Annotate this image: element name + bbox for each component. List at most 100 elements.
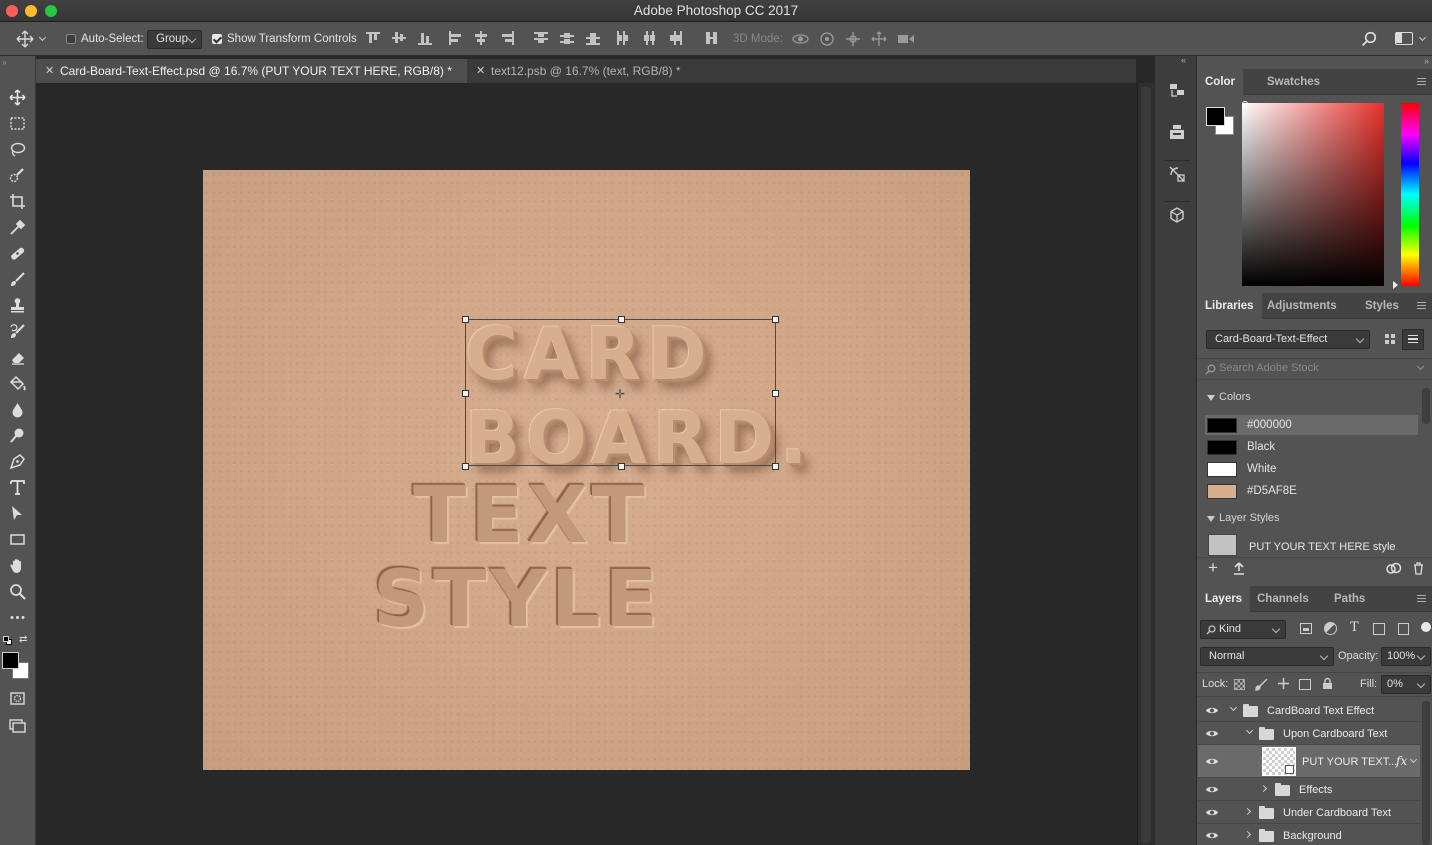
collapse-panels-icon[interactable]: » <box>1424 56 1429 66</box>
tab-adjustments[interactable]: Adjustments <box>1259 293 1345 319</box>
hue-slider[interactable] <box>1401 103 1419 286</box>
minimize-window-button[interactable] <box>25 5 37 17</box>
color-swatch-row[interactable]: White <box>1205 459 1418 479</box>
workspace-dropdown-chevron-icon[interactable] <box>1418 33 1427 42</box>
collapse-group-icon[interactable] <box>1229 703 1238 712</box>
expand-group-icon[interactable] <box>1259 784 1268 793</box>
transform-handle-left[interactable] <box>462 390 469 397</box>
blur-tool[interactable] <box>6 399 28 419</box>
layers-panel-menu-icon[interactable] <box>1417 595 1426 602</box>
layer-styles-expand-icon[interactable] <box>1207 516 1215 522</box>
type-tool[interactable] <box>6 477 28 497</box>
libraries-panel-menu-icon[interactable] <box>1417 302 1426 309</box>
properties-panel-button[interactable] <box>1164 119 1190 145</box>
marquee-tool[interactable] <box>6 113 28 133</box>
add-content-icon[interactable]: + <box>1208 558 1218 578</box>
eraser-tool[interactable] <box>6 347 28 367</box>
orbit-3d-icon[interactable] <box>792 32 809 46</box>
tab-layers[interactable]: Layers <box>1197 586 1251 612</box>
auto-select-toggle[interactable]: Auto-Select: <box>66 22 144 56</box>
tab-libraries[interactable]: Libraries <box>1197 293 1262 319</box>
collapse-strip-icon[interactable]: « <box>1181 55 1186 65</box>
distribute-bottom-icon[interactable] <box>586 31 600 45</box>
brush-tool[interactable] <box>6 269 28 289</box>
auto-align-layers-icon[interactable] <box>705 31 719 45</box>
distribute-top-icon[interactable] <box>534 31 548 45</box>
gradient-tool[interactable] <box>6 373 28 393</box>
visibility-eye-icon[interactable] <box>1205 808 1219 817</box>
tab-channels[interactable]: Channels <box>1249 586 1317 612</box>
visibility-eye-icon[interactable] <box>1205 785 1219 794</box>
distribute-right-icon[interactable] <box>668 31 682 45</box>
color-swatch-row[interactable]: #000000 <box>1205 415 1418 435</box>
align-left-edges-icon[interactable] <box>448 31 462 45</box>
close-window-button[interactable] <box>6 5 18 17</box>
grid-view-icon[interactable] <box>1384 333 1396 345</box>
hand-tool[interactable] <box>6 555 28 575</box>
canvas-vertical-scrollbar[interactable] <box>1137 83 1154 845</box>
visibility-eye-icon[interactable] <box>1205 831 1219 840</box>
close-tab-icon[interactable]: ✕ <box>476 59 485 83</box>
rectangle-tool[interactable] <box>6 529 28 549</box>
lock-position-icon[interactable] <box>1277 677 1290 690</box>
lasso-tool[interactable] <box>6 139 28 159</box>
layer-row-background[interactable]: Background <box>1198 824 1420 845</box>
align-bottom-edges-icon[interactable] <box>418 31 432 45</box>
layer-style-item[interactable]: PUT YOUR TEXT HERE style <box>1249 541 1396 553</box>
tab-text12-document[interactable]: ✕ text12.psb @ 16.7% (text, RGB/8) * <box>467 59 697 83</box>
expand-group-icon[interactable] <box>1243 830 1252 839</box>
3d-panel-button[interactable] <box>1164 201 1190 227</box>
tab-styles[interactable]: Styles <box>1357 293 1407 319</box>
slide-3d-icon[interactable] <box>871 31 887 47</box>
move-tool[interactable] <box>6 87 28 107</box>
fill-input[interactable]: 0% <box>1381 675 1431 694</box>
eyedropper-tool[interactable] <box>6 217 28 237</box>
tab-paths[interactable]: Paths <box>1326 586 1373 612</box>
color-panel-menu-icon[interactable] <box>1417 78 1426 85</box>
history-panel-button[interactable] <box>1164 78 1190 104</box>
crop-tool[interactable] <box>6 191 28 211</box>
opacity-input[interactable]: 100% <box>1381 647 1431 666</box>
align-vertical-centers-icon[interactable] <box>392 31 406 45</box>
collapse-tools-icon[interactable]: » <box>2 58 6 67</box>
foreground-color-swatch[interactable] <box>2 652 19 669</box>
visibility-eye-icon[interactable] <box>1205 757 1219 766</box>
blend-mode-dropdown[interactable]: Normal <box>1200 647 1334 666</box>
zoom-window-button[interactable] <box>45 5 57 17</box>
filter-smart-object-icon[interactable] <box>1398 623 1409 635</box>
visibility-eye-icon[interactable] <box>1205 706 1219 715</box>
expand-group-icon[interactable] <box>1243 807 1252 816</box>
layer-effects-fx-icon[interactable]: fx <box>1396 754 1407 768</box>
transform-handle-top[interactable] <box>618 316 625 323</box>
roll-3d-icon[interactable] <box>819 31 835 47</box>
colors-expand-icon[interactable] <box>1207 395 1215 401</box>
lock-artboard-icon[interactable] <box>1299 679 1311 690</box>
collapse-group-icon[interactable] <box>1245 726 1254 735</box>
filter-type-icon[interactable]: T <box>1350 620 1359 635</box>
color-swatch-row[interactable]: #D5AF8E <box>1205 481 1418 501</box>
workspace-icon[interactable] <box>1395 32 1413 45</box>
hue-slider-thumb[interactable] <box>1393 281 1398 289</box>
pen-tool[interactable] <box>6 451 28 471</box>
transform-controls-checkbox[interactable] <box>212 34 222 44</box>
distribute-left-icon[interactable] <box>616 31 630 45</box>
transform-handle-bottom-right[interactable] <box>772 463 779 470</box>
expand-effects-icon[interactable] <box>1409 755 1418 764</box>
screen-mode-button[interactable] <box>6 715 28 735</box>
filter-pixel-icon[interactable] <box>1300 623 1312 634</box>
transform-handle-right[interactable] <box>772 390 779 397</box>
visibility-eye-icon[interactable] <box>1205 729 1219 738</box>
swap-colors-icon[interactable]: ⇄ <box>19 634 27 645</box>
layer-row-put-your-text-here[interactable]: PUT YOUR TEXT... fx <box>1198 745 1420 778</box>
lock-pixels-icon[interactable] <box>1255 678 1268 691</box>
upload-icon[interactable] <box>1233 562 1245 575</box>
filter-adjustment-icon[interactable] <box>1324 622 1337 635</box>
glyphs-panel-button[interactable] <box>1164 160 1190 186</box>
layer-row-upon-cardboard-text[interactable]: Upon Cardboard Text <box>1198 722 1420 745</box>
align-right-edges-icon[interactable] <box>500 31 514 45</box>
move-tool-preset-picker[interactable] <box>16 22 47 56</box>
tab-card-board-document[interactable]: ✕ Card-Board-Text-Effect.psd @ 16.7% (PU… <box>36 59 467 83</box>
align-top-edges-icon[interactable] <box>366 31 380 45</box>
filter-shape-icon[interactable] <box>1373 623 1385 635</box>
trash-icon[interactable] <box>1413 562 1424 575</box>
